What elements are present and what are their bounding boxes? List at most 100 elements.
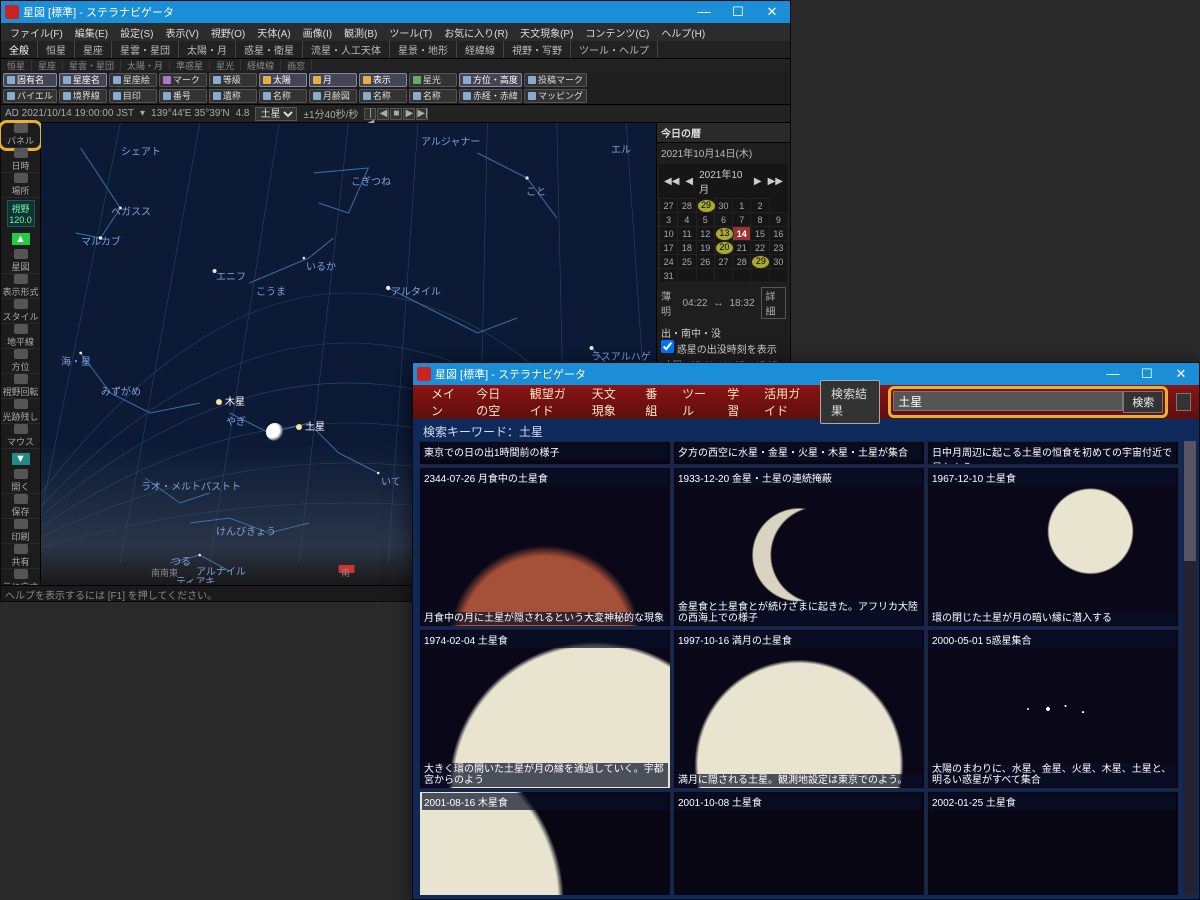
menu-item[interactable]: 画像(I) <box>298 24 337 41</box>
toolbar-button[interactable]: 投稿マーク <box>524 73 587 87</box>
side-tool-保存[interactable]: 保存 <box>1 494 40 519</box>
planet-label[interactable]: 土星 <box>296 418 325 433</box>
maximize-button[interactable]: ☐ <box>724 4 752 20</box>
result-card[interactable]: 2001-10-08 土星食 <box>673 791 925 895</box>
result-card[interactable]: 東京での日の出1時間前の様子 <box>419 441 671 465</box>
result-card[interactable]: 2001-08-16 木星食 <box>419 791 671 895</box>
calendar-day[interactable]: 30 <box>769 255 787 269</box>
menu-item[interactable]: 視野(O) <box>206 24 250 41</box>
calendar-day[interactable]: 25 <box>678 255 696 269</box>
calendar-day[interactable]: 22 <box>751 241 769 255</box>
calendar-day[interactable]: 27 <box>714 255 732 269</box>
menu-item[interactable]: コンテンツ(C) <box>580 24 654 41</box>
close-button[interactable]: ✕ <box>758 4 786 20</box>
calendar-day[interactable] <box>769 269 787 283</box>
side-tool-場所[interactable]: 場所 <box>1 173 40 198</box>
calendar-day[interactable]: 9 <box>769 213 787 227</box>
side-tool-地平線[interactable]: 地平線 <box>1 324 40 349</box>
calendar-day[interactable]: 28 <box>733 255 751 269</box>
time-prev-button[interactable]: ◀ <box>377 108 389 120</box>
toolbar-button[interactable]: 境界線 <box>59 89 107 103</box>
details-button[interactable]: 詳細 <box>761 287 786 319</box>
category-tab[interactable]: 惑星・衛星 <box>236 41 303 58</box>
calendar-day[interactable]: 31 <box>660 269 678 283</box>
category-tab[interactable]: 視野・写野 <box>504 41 571 58</box>
calendar-day[interactable]: 4 <box>678 213 696 227</box>
search-close-button[interactable]: ✕ <box>1167 366 1195 382</box>
menu-item[interactable]: 編集(E) <box>70 24 113 41</box>
menu-item[interactable]: 表示(V) <box>160 24 203 41</box>
category-tab[interactable]: 星景・地形 <box>390 41 457 58</box>
toolbar-button[interactable]: 名称 <box>409 89 457 103</box>
toolbar-button[interactable]: マーク <box>159 73 207 87</box>
toolbar-button[interactable]: 星光 <box>409 73 457 87</box>
side-tool-光跡残し[interactable]: 光跡残し <box>1 399 40 424</box>
calendar-day[interactable]: 17 <box>660 241 678 255</box>
calendar-day[interactable]: 11 <box>678 227 696 241</box>
calendar-day[interactable]: 12 <box>696 227 714 241</box>
calendar-day[interactable]: 24 <box>660 255 678 269</box>
category-tab[interactable]: 全般 <box>1 41 38 58</box>
toolbar-button[interactable]: 名称 <box>359 89 407 103</box>
side-tool-開く[interactable]: 開く <box>1 469 40 494</box>
category-tab[interactable]: 恒星 <box>38 41 75 58</box>
menu-item[interactable]: 天体(A) <box>252 24 295 41</box>
toolbar-button[interactable]: 表示 <box>359 73 407 87</box>
time-next-button[interactable]: ▶ <box>403 108 415 120</box>
result-card[interactable]: 夕方の西空に水星・金星・火星・木星・土星が集合 <box>673 441 925 465</box>
status-dropdown-icon[interactable]: ▾ <box>140 108 145 119</box>
target-select[interactable]: 土星 <box>255 107 297 121</box>
planet-label[interactable]: 木星 <box>216 393 245 408</box>
calendar-day[interactable]: 5 <box>696 213 714 227</box>
toolbar-button[interactable]: 等級 <box>209 73 257 87</box>
toolbar-button[interactable]: 名称 <box>259 89 307 103</box>
fov-narrower-button[interactable]: ▼ <box>12 453 30 465</box>
result-card[interactable]: 2344-07-26 月食中の土星食月食中の月に土星が隠されるという大変神秘的な… <box>419 467 671 627</box>
search-input[interactable] <box>893 391 1123 411</box>
toolbar-button[interactable]: 番号 <box>159 89 207 103</box>
calendar-day[interactable]: 29 <box>751 255 770 269</box>
ribbon-tab[interactable]: メイン <box>421 381 466 423</box>
side-tool-印刷[interactable]: 印刷 <box>1 519 40 544</box>
category-tab[interactable]: 星座 <box>75 41 112 58</box>
calendar-day[interactable]: 3 <box>660 213 678 227</box>
result-card[interactable]: 2000-05-01 5惑星集合太陽のまわりに、水星、金星、火星、木星、土星と、… <box>927 629 1179 789</box>
search-minimize-button[interactable]: — <box>1099 366 1127 382</box>
cal-next-month[interactable]: ▶ <box>751 176 765 187</box>
ribbon-tab[interactable]: 学習 <box>717 381 754 423</box>
time-stop-button[interactable]: ■ <box>390 108 402 120</box>
calendar-icon[interactable] <box>1176 393 1191 411</box>
calendar-day[interactable]: 20 <box>715 241 734 255</box>
category-tab[interactable]: ツール・ヘルプ <box>571 41 658 58</box>
cal-prev-year[interactable]: ◀◀ <box>661 176 682 187</box>
category-tab[interactable]: 経緯線 <box>457 41 504 58</box>
results-scrollbar[interactable] <box>1183 441 1197 895</box>
category-tab[interactable]: 星雲・星団 <box>112 41 179 58</box>
tab-search-results[interactable]: 検索結果 <box>820 380 880 424</box>
side-tool-視野回転[interactable]: 視野回転 <box>1 374 40 399</box>
side-tool-方位[interactable]: 方位 <box>1 349 40 374</box>
calendar-day[interactable]: 28 <box>678 199 696 213</box>
calendar-day[interactable]: 7 <box>733 213 751 227</box>
calendar-day[interactable]: 19 <box>696 241 714 255</box>
calendar-day[interactable]: 2 <box>751 199 769 213</box>
ribbon-tab[interactable]: 天文現象 <box>582 381 636 423</box>
calendar-day[interactable]: 15 <box>751 227 769 241</box>
side-tool-共有[interactable]: 共有 <box>1 544 40 569</box>
toolbar-button[interactable]: 太陽 <box>259 73 307 87</box>
toolbar-button[interactable]: マッピング <box>524 89 587 103</box>
calendar-day[interactable]: 1 <box>733 199 751 213</box>
toolbar-button[interactable]: 固有名 <box>3 73 57 87</box>
time-last-button[interactable]: ▶| <box>416 108 428 120</box>
side-tool-星図[interactable]: 星図 <box>1 249 40 274</box>
toolbar-button[interactable]: 目印 <box>109 89 157 103</box>
calendar-day[interactable]: 29 <box>697 199 716 213</box>
calendar-day[interactable] <box>696 269 714 283</box>
cal-next-year[interactable]: ▶▶ <box>765 176 786 187</box>
calendar-day[interactable]: 23 <box>769 241 787 255</box>
fov-wider-button[interactable]: ▲ <box>12 233 30 245</box>
side-tool-マウス[interactable]: マウス <box>1 424 40 449</box>
calendar-day[interactable]: 26 <box>696 255 714 269</box>
calendar-day[interactable]: 18 <box>678 241 696 255</box>
result-card[interactable]: 1967-12-10 土星食環の閉じた土星が月の暗い縁に潜入する <box>927 467 1179 627</box>
